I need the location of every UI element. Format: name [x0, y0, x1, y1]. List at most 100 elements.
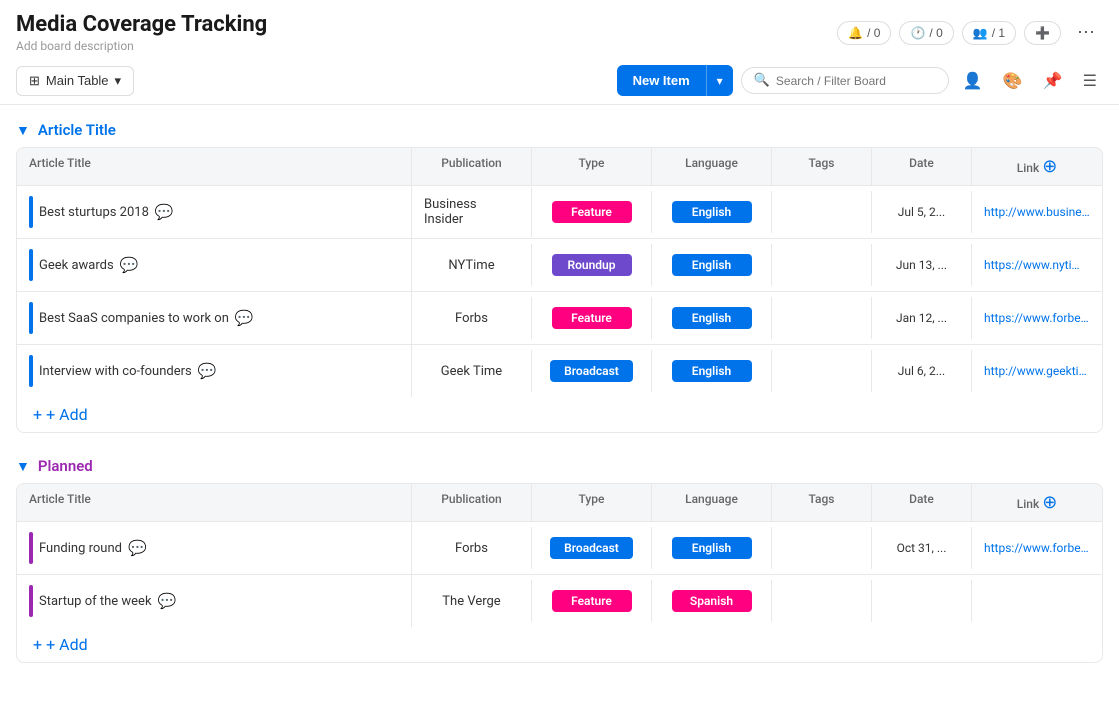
notifications-count: / 0	[867, 26, 880, 40]
row-title-cell: Funding round 💬	[17, 522, 412, 574]
bell-icon: 🔔	[848, 26, 863, 40]
invite-btn[interactable]: ➕	[1024, 21, 1061, 45]
planned-table-header: Article Title Publication Type Language …	[17, 484, 1102, 522]
comment-icon[interactable]: 💬	[120, 256, 139, 274]
updates-btn[interactable]: 🕐 / 0	[899, 21, 953, 45]
language-badge[interactable]: English	[672, 360, 752, 382]
row-link	[972, 580, 1102, 622]
pin-btn[interactable]: 📌	[1037, 67, 1069, 95]
language-badge[interactable]: English	[672, 254, 752, 276]
planned-add-icon: +	[33, 635, 42, 654]
row-type: Broadcast	[532, 527, 652, 569]
col-language: Language	[652, 148, 772, 185]
row-link: https://www.forbes...	[972, 527, 1102, 569]
type-badge[interactable]: Feature	[552, 201, 632, 223]
language-badge[interactable]: English	[672, 201, 752, 223]
table-row[interactable]: Best sturtups 2018 💬 Business Insider Fe…	[17, 186, 1102, 239]
comment-icon[interactable]: 💬	[198, 362, 217, 380]
language-badge[interactable]: English	[672, 537, 752, 559]
toolbar-left: ⊞ Main Table ▾	[16, 66, 134, 96]
link-value[interactable]: http://www.busines...	[984, 205, 1090, 219]
col-publication: Publication	[412, 148, 532, 185]
page-title: Media Coverage Tracking	[16, 12, 267, 37]
row-link: http://www.geektim...	[972, 350, 1102, 392]
row-indicator	[29, 302, 33, 334]
comment-icon[interactable]: 💬	[155, 203, 174, 221]
new-item-wrapper: New Item ▾	[617, 65, 733, 96]
row-title: Best sturtups 2018	[39, 205, 149, 220]
type-badge[interactable]: Feature	[552, 590, 632, 612]
row-indicator	[29, 355, 33, 387]
more-options-btn[interactable]: ⋯	[1069, 18, 1103, 47]
row-date: Jul 6, 2...	[872, 350, 972, 392]
row-language: English	[652, 527, 772, 569]
planned-add-column-btn[interactable]: ⊕	[1042, 492, 1057, 513]
article-rows: Best sturtups 2018 💬 Business Insider Fe…	[17, 186, 1102, 397]
article-table-header: Article Title Publication Type Language …	[17, 148, 1102, 186]
new-item-btn[interactable]: New Item	[617, 65, 706, 96]
link-value[interactable]: https://www.nytime...	[984, 258, 1090, 272]
language-badge[interactable]: Spanish	[672, 590, 752, 612]
search-input[interactable]	[776, 74, 936, 88]
article-group-header: ▼ Article Title	[16, 121, 1103, 139]
planned-chevron-icon[interactable]: ▼	[16, 458, 30, 475]
main-table-btn[interactable]: ⊞ Main Table ▾	[16, 66, 134, 96]
people-count: / 1	[992, 26, 1005, 40]
planned-group-header: ▼ Planned	[16, 457, 1103, 475]
col-link: Link ⊕	[972, 148, 1102, 185]
add-icon: +	[33, 405, 42, 424]
row-type: Feature	[532, 191, 652, 233]
planned-group: ▼ Planned Article Title Publication Type…	[16, 457, 1103, 663]
planned-add-row[interactable]: + + Add	[17, 627, 1102, 662]
row-type: Broadcast	[532, 350, 652, 392]
link-value[interactable]: http://www.geektim...	[984, 364, 1090, 378]
planned-group-title: Planned	[38, 457, 93, 475]
updates-count: / 0	[929, 26, 942, 40]
search-box: 🔍	[741, 67, 949, 94]
notifications-btn[interactable]: 🔔 / 0	[837, 21, 891, 45]
link-value[interactable]: https://www.forbes...	[984, 311, 1090, 325]
row-language: English	[652, 191, 772, 233]
people-btn[interactable]: 👥 / 1	[962, 21, 1016, 45]
planned-add-row-label: + Add	[46, 635, 88, 654]
row-indicator	[29, 249, 33, 281]
type-badge[interactable]: Broadcast	[550, 537, 633, 559]
language-badge[interactable]: English	[672, 307, 752, 329]
planned-rows: Funding round 💬 Forbs Broadcast English …	[17, 522, 1102, 627]
row-title: Funding round	[39, 541, 122, 556]
col-date: Date	[872, 148, 972, 185]
link-value[interactable]: https://www.forbes...	[984, 541, 1090, 555]
row-publication: Geek Time	[412, 350, 532, 392]
type-badge[interactable]: Broadcast	[550, 360, 633, 382]
row-indicator	[29, 532, 33, 564]
row-link: http://www.busines...	[972, 191, 1102, 233]
article-chevron-icon[interactable]: ▼	[16, 122, 30, 139]
comment-icon[interactable]: 💬	[128, 539, 147, 557]
table-row[interactable]: Best SaaS companies to work on 💬 Forbs F…	[17, 292, 1102, 345]
new-item-dropdown-btn[interactable]: ▾	[706, 65, 733, 96]
type-badge[interactable]: Feature	[552, 307, 632, 329]
filter-btn[interactable]: ☰	[1077, 67, 1103, 95]
table-row[interactable]: Interview with co-founders 💬 Geek Time B…	[17, 345, 1102, 397]
theme-btn[interactable]: 🎨	[997, 67, 1029, 95]
row-publication: Forbs	[412, 527, 532, 569]
add-column-btn[interactable]: ⊕	[1042, 156, 1057, 177]
article-add-row[interactable]: + + Add	[17, 397, 1102, 432]
comment-icon[interactable]: 💬	[235, 309, 254, 327]
comment-icon[interactable]: 💬	[158, 592, 177, 610]
row-publication: Forbs	[412, 297, 532, 339]
table-row[interactable]: Startup of the week 💬 The Verge Feature …	[17, 575, 1102, 627]
row-date: Jun 13, ...	[872, 244, 972, 286]
main-content: ▼ Article Title Article Title Publicatio…	[0, 105, 1119, 703]
row-link: https://www.nytime...	[972, 244, 1102, 286]
table-row[interactable]: Geek awards 💬 NYTime Roundup English Jun…	[17, 239, 1102, 292]
type-badge[interactable]: Roundup	[552, 254, 632, 276]
planned-col-date: Date	[872, 484, 972, 521]
row-date: Jan 12, ...	[872, 297, 972, 339]
page-subtitle[interactable]: Add board description	[16, 39, 267, 53]
user-filter-btn[interactable]: 👤	[957, 67, 989, 95]
table-row[interactable]: Funding round 💬 Forbs Broadcast English …	[17, 522, 1102, 575]
row-title: Interview with co-founders	[39, 364, 192, 379]
row-type: Feature	[532, 297, 652, 339]
row-title-cell: Startup of the week 💬	[17, 575, 412, 627]
